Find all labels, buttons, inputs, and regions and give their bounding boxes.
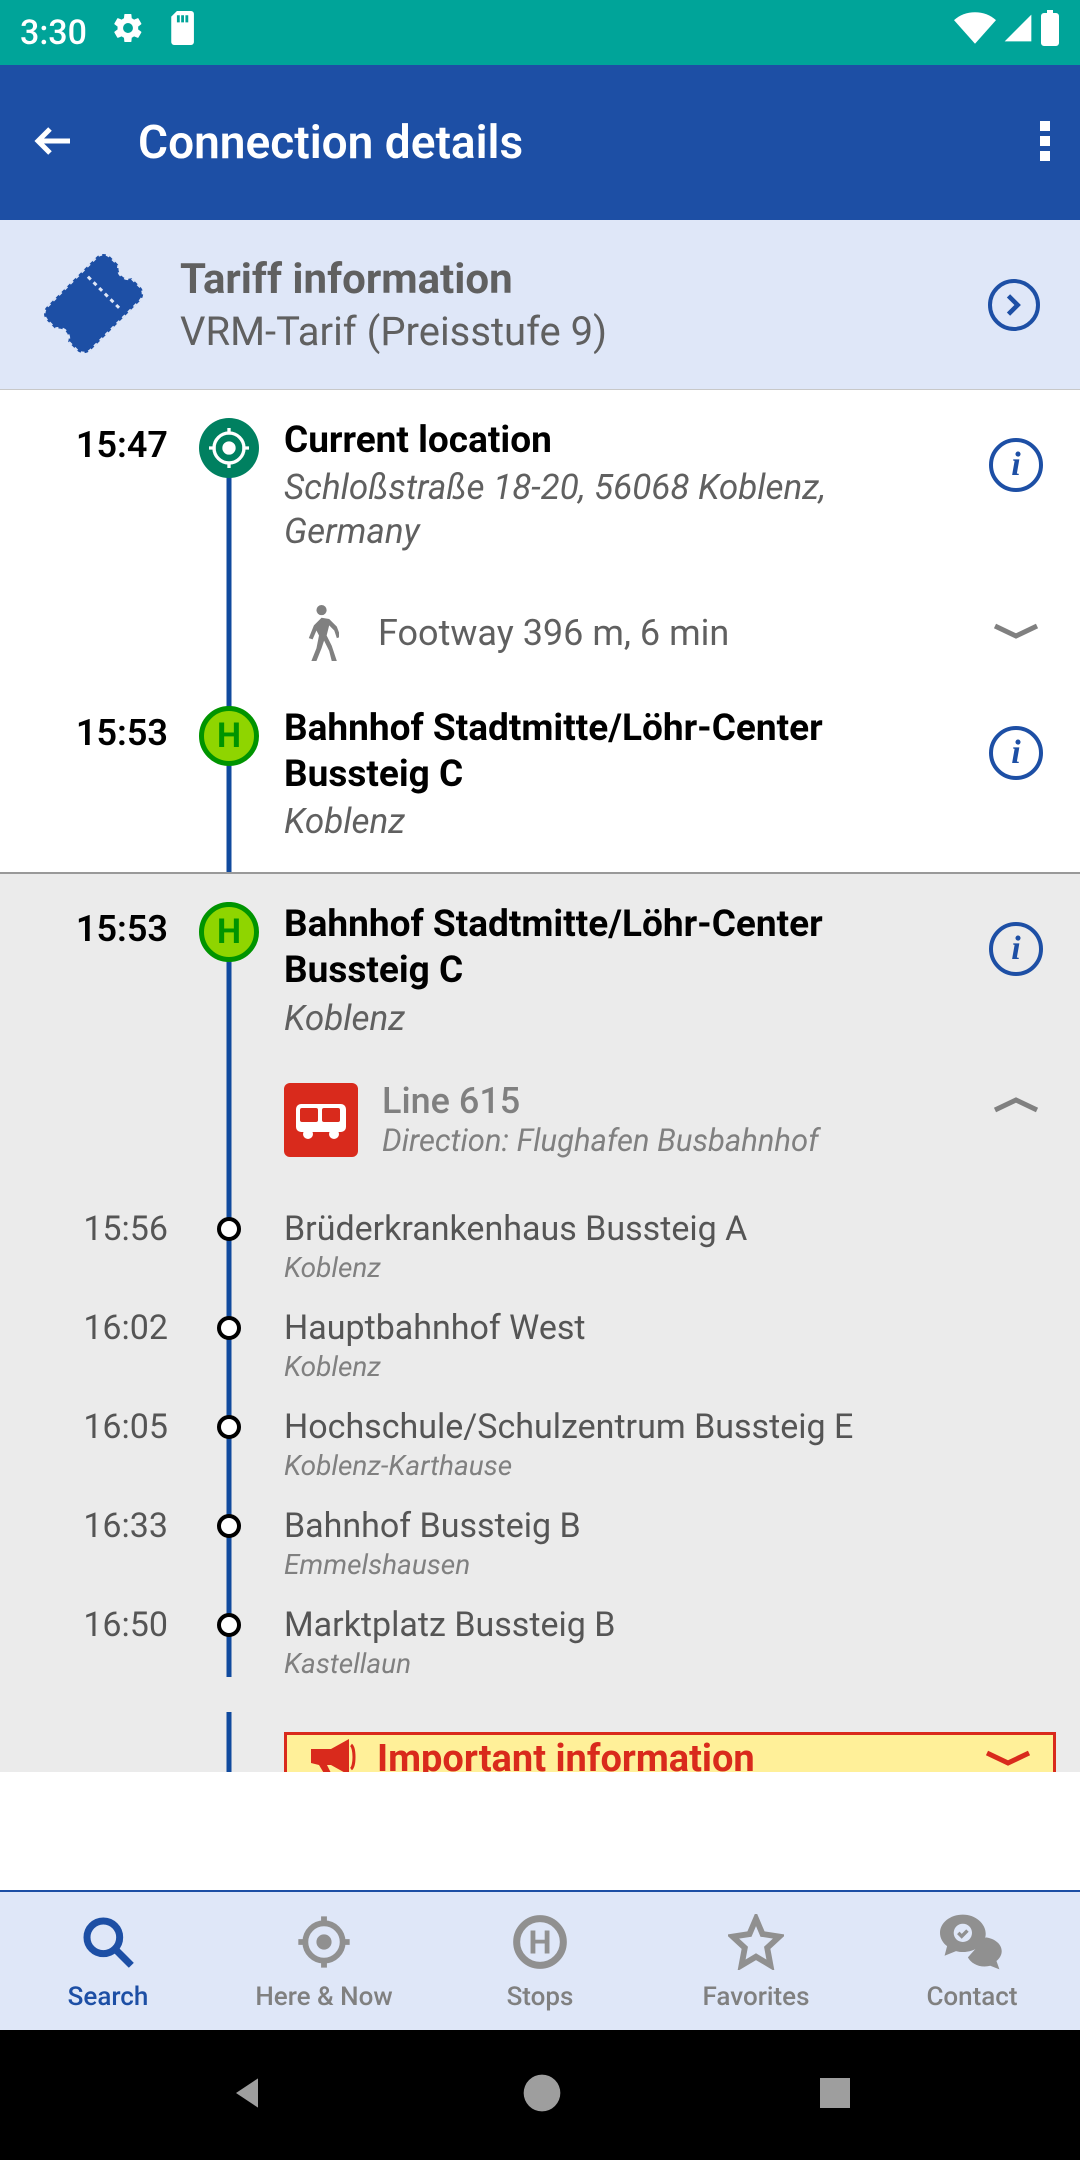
page-title: Connection details — [138, 116, 523, 170]
star-icon — [724, 1910, 788, 1974]
svg-text:H: H — [528, 1924, 551, 1962]
stop-name: Brüderkrankenhaus Bussteig A — [284, 1209, 956, 1249]
stop-time: 16:05 — [83, 1407, 168, 1447]
stop-name: Marktplatz Bussteig B — [284, 1605, 956, 1645]
intermediate-stop: 16:50 Marktplatz Bussteig B Kastellaun — [0, 1593, 1080, 1692]
expand-chevron-icon — [983, 1749, 1033, 1769]
important-info-label: Important information — [377, 1737, 755, 1772]
status-time: 3:30 — [20, 13, 87, 53]
search-icon — [76, 1910, 140, 1974]
tariff-chevron-icon — [988, 279, 1040, 331]
sd-card-icon — [169, 11, 199, 54]
nav-favorites[interactable]: Favorites — [648, 1892, 864, 2030]
info-button[interactable]: i — [989, 438, 1043, 492]
wifi-icon — [954, 12, 996, 53]
expand-chevron-icon[interactable] — [991, 622, 1041, 642]
step-city: Koblenz — [284, 800, 966, 844]
sys-home-button[interactable] — [520, 2071, 564, 2119]
walk-icon — [284, 598, 354, 668]
nav-stops[interactable]: H Stops — [432, 1892, 648, 2030]
important-info-row[interactable]: Important information — [0, 1712, 1080, 1772]
system-nav-bar — [0, 2030, 1080, 2160]
bottom-nav: Search Here & Now H Stops Favorites Cont… — [0, 1890, 1080, 2030]
tariff-subtitle: VRM-Tarif (Preisstufe 9) — [180, 308, 607, 355]
megaphone-icon — [307, 1737, 357, 1772]
battery-icon — [1040, 10, 1060, 55]
stop-dot-icon — [217, 1514, 241, 1538]
settings-icon — [111, 11, 145, 54]
cell-signal-icon — [1002, 12, 1034, 53]
stop-name: Bahnhof Bussteig B — [284, 1506, 956, 1546]
intermediate-stop: 15:56 Brüderkrankenhaus Bussteig A Koble… — [0, 1197, 1080, 1296]
back-button[interactable] — [30, 117, 78, 169]
nav-label: Here & Now — [255, 1982, 392, 2012]
stop-time: 16:02 — [83, 1308, 168, 1348]
info-button[interactable]: i — [989, 922, 1043, 976]
bus-line-direction: Direction: Flughafen Busbahnhof — [382, 1122, 819, 1159]
step-city: Koblenz — [284, 997, 966, 1041]
stop-city: Koblenz-Karthause — [284, 1449, 956, 1482]
nav-search[interactable]: Search — [0, 1892, 216, 2030]
locate-icon — [292, 1910, 356, 1974]
journey-step-bus-start: 15:53 H Bahnhof Stadtmitte/Löhr-Center B… — [0, 872, 1080, 1187]
nav-here-now[interactable]: Here & Now — [216, 1892, 432, 2030]
journey-content: 15:47 Current location Schloßstraße 18-2… — [0, 390, 1080, 1890]
stop-name: Hauptbahnhof West — [284, 1308, 956, 1348]
status-bar: 3:30 — [0, 0, 1080, 65]
intermediate-stop: 16:05 Hochschule/Schulzentrum Bussteig E… — [0, 1395, 1080, 1494]
stop-dot-icon — [217, 1415, 241, 1439]
step-name: Bahnhof Stadtmitte/Löhr-Center Bussteig … — [284, 706, 966, 799]
tariff-info-row[interactable]: Tariff information VRM-Tarif (Preisstufe… — [0, 220, 1080, 390]
stop-dot-icon — [217, 1316, 241, 1340]
bus-stop-icon: H — [199, 706, 259, 766]
stop-time: 15:56 — [83, 1209, 168, 1249]
step-detail: Schloßstraße 18-20, 56068 Koblenz, Germa… — [284, 466, 966, 554]
stop-name: Hochschule/Schulzentrum Bussteig E — [284, 1407, 956, 1447]
stop-dot-icon — [217, 1217, 241, 1241]
current-location-icon — [199, 418, 259, 478]
intermediate-stop: 16:33 Bahnhof Bussteig B Emmelshausen — [0, 1494, 1080, 1593]
sys-back-button[interactable] — [225, 2071, 269, 2119]
collapse-chevron-icon[interactable] — [991, 1096, 1041, 1116]
stop-dot-icon — [217, 1613, 241, 1637]
nav-contact[interactable]: Contact — [864, 1892, 1080, 2030]
info-button[interactable]: i — [989, 726, 1043, 780]
app-bar: Connection details — [0, 65, 1080, 220]
tariff-title: Tariff information — [180, 255, 607, 304]
nav-label: Stops — [507, 1982, 574, 2012]
stop-city: Koblenz — [284, 1350, 956, 1383]
intermediate-stop: 16:02 Hauptbahnhof West Koblenz — [0, 1296, 1080, 1395]
ticket-icon — [40, 249, 150, 359]
nav-label: Favorites — [703, 1982, 810, 2012]
step-time: 15:53 — [24, 908, 168, 950]
step-name: Bahnhof Stadtmitte/Löhr-Center Bussteig … — [284, 902, 966, 995]
more-options-button[interactable] — [1040, 119, 1050, 167]
journey-step-start: 15:47 Current location Schloßstraße 18-2… — [0, 390, 1080, 696]
stop-city: Kastellaun — [284, 1647, 956, 1680]
stop-city: Koblenz — [284, 1251, 956, 1284]
step-name: Current location — [284, 418, 966, 464]
nav-label: Search — [68, 1982, 149, 2012]
stops-icon: H — [508, 1910, 572, 1974]
bus-icon — [284, 1083, 358, 1157]
stop-time: 16:33 — [83, 1506, 168, 1546]
stop-city: Emmelshausen — [284, 1548, 956, 1581]
step-time: 15:53 — [24, 712, 168, 754]
nav-label: Contact — [926, 1982, 1017, 2012]
stop-time: 16:50 — [83, 1605, 168, 1645]
step-time: 15:47 — [24, 424, 168, 466]
journey-step-walk-end: 15:53 H Bahnhof Stadtmitte/Löhr-Center B… — [0, 696, 1080, 872]
intermediate-stops: 15:56 Brüderkrankenhaus Bussteig A Koble… — [0, 1187, 1080, 1712]
bus-line-name: Line 615 — [382, 1080, 819, 1122]
sys-recent-button[interactable] — [815, 2073, 855, 2117]
bus-stop-icon: H — [199, 902, 259, 962]
chat-icon — [940, 1910, 1004, 1974]
walk-description: Footway 396 m, 6 min — [378, 612, 729, 654]
